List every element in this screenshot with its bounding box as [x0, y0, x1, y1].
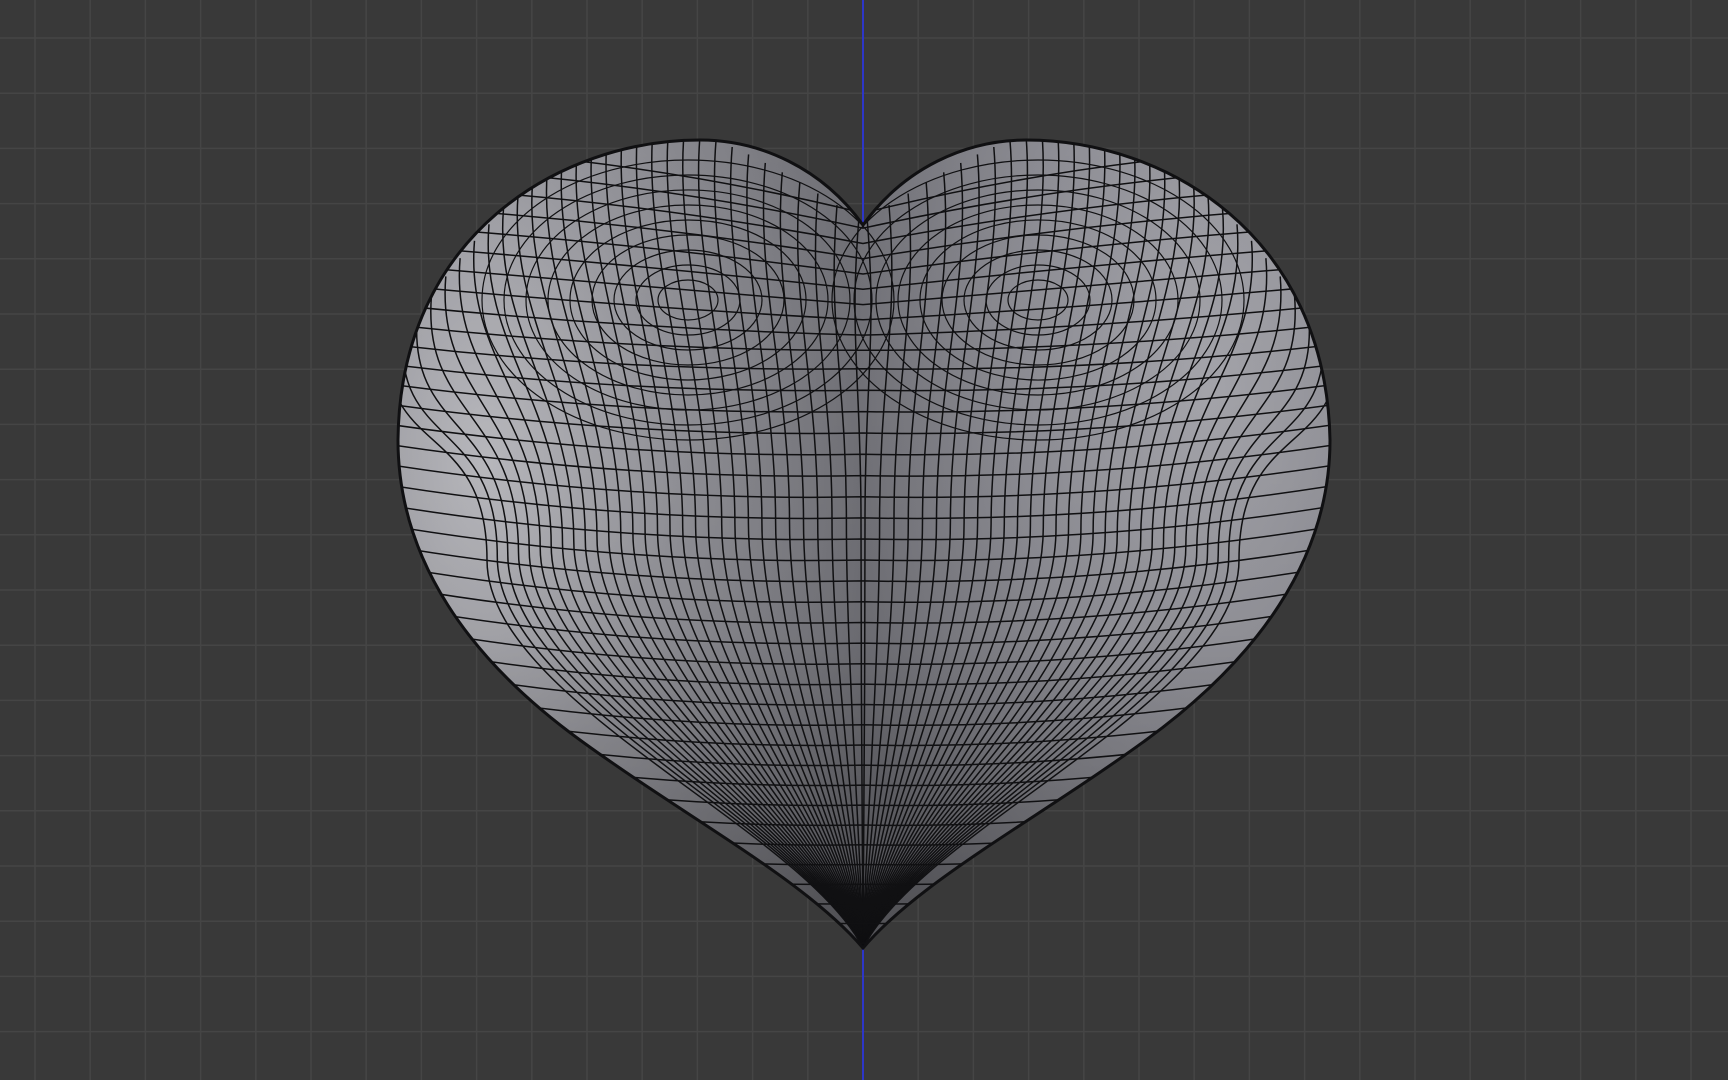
heart-mesh[interactable] — [380, 120, 1343, 1020]
3d-viewport[interactable] — [0, 0, 1728, 1080]
viewport-canvas[interactable] — [0, 0, 1728, 1080]
bottom-shading — [398, 140, 1330, 948]
